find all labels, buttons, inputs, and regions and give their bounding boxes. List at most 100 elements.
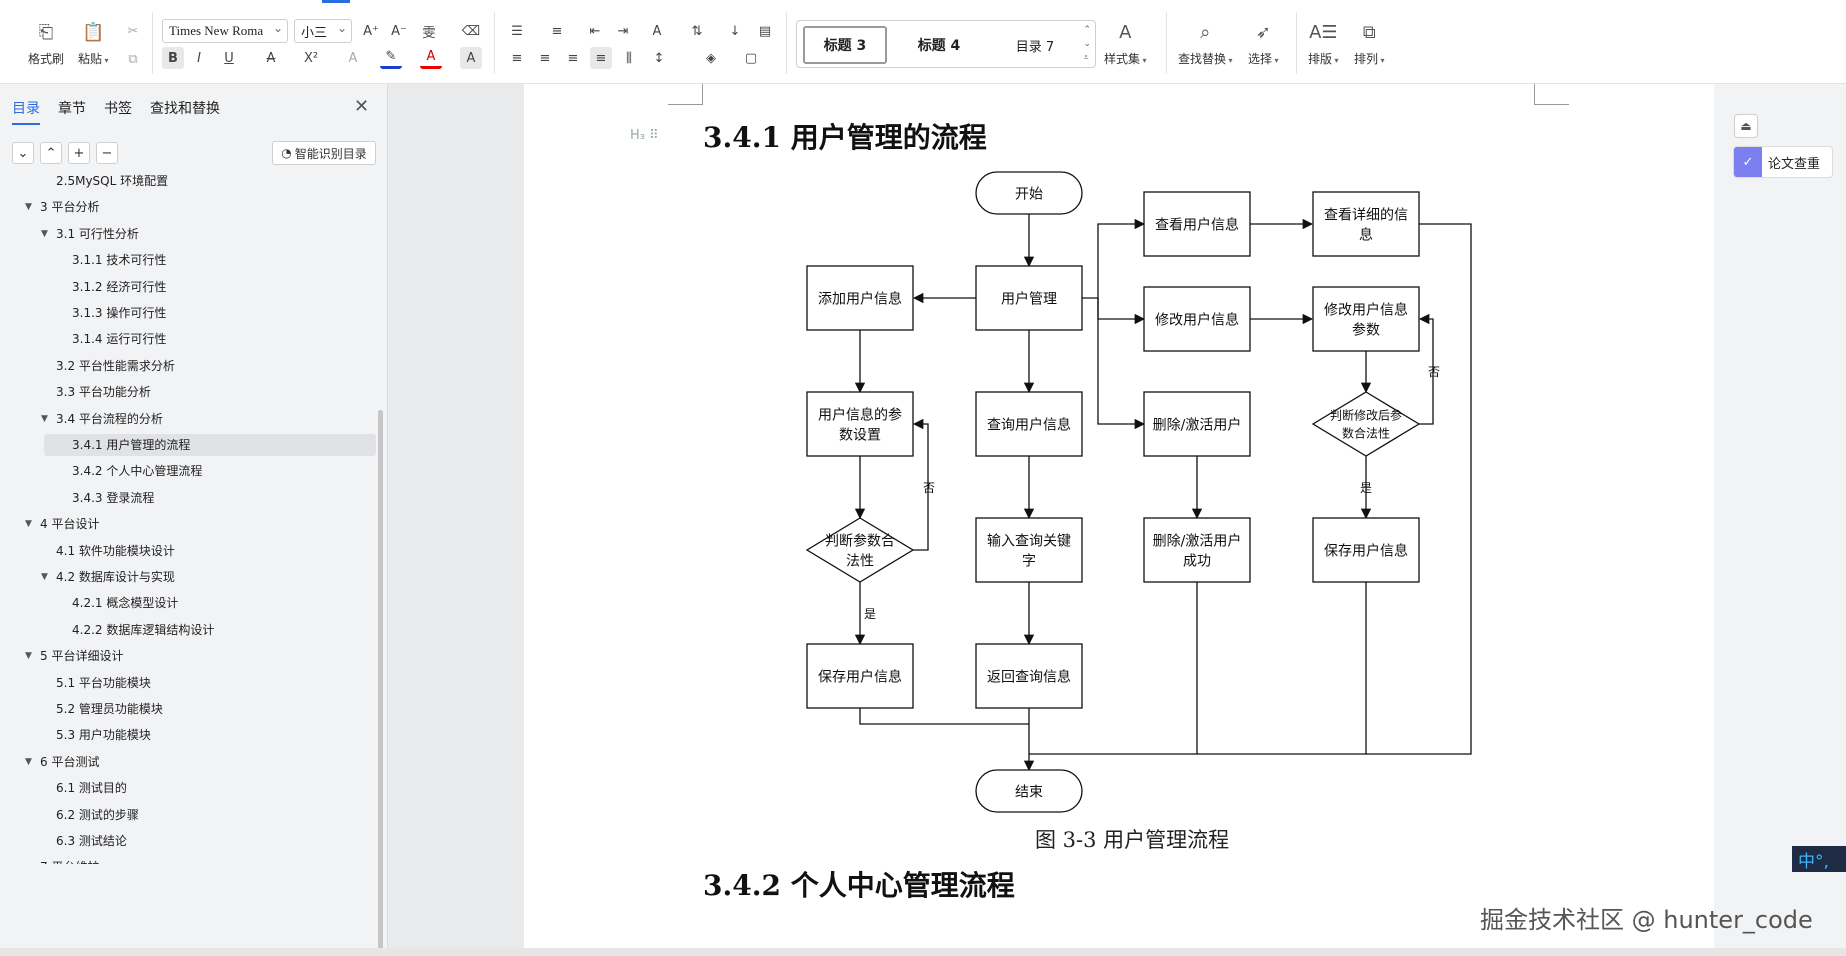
toc-item[interactable]: 2.5MySQL 环境配置 (56, 170, 168, 192)
font-color-icon[interactable]: A (420, 47, 442, 69)
toc-item[interactable]: 3.4.1 用户管理的流程 (72, 434, 190, 456)
collapse-panel-icon[interactable]: ⏏ (1734, 114, 1758, 138)
line-spacing-icon[interactable]: ↕ (648, 47, 670, 69)
italic-icon[interactable]: I (188, 47, 210, 69)
border-icon[interactable]: ▢ (740, 47, 762, 69)
heading-level-marker[interactable]: H₃ ⠿ (630, 128, 659, 143)
layout-button[interactable]: A☰ 排版 (1308, 20, 1339, 67)
style-set-button[interactable]: A 样式集 (1104, 20, 1147, 67)
toc-item[interactable]: 6.1 测试目的 (56, 777, 127, 799)
toc-item[interactable]: 3.3 平台功能分析 (56, 381, 151, 403)
align-right-icon[interactable]: ≡ (562, 47, 584, 69)
toc-item[interactable]: 3.1.3 操作可行性 (72, 302, 166, 324)
toc-item-label: 5.2 管理员功能模块 (56, 702, 163, 716)
toc-item[interactable]: 5.2 管理员功能模块 (56, 698, 163, 720)
paste-button[interactable]: 📋 粘贴 (78, 20, 109, 67)
text-direction-icon[interactable]: A (646, 20, 668, 42)
copy-icon[interactable]: ⧉ (122, 48, 144, 70)
expand-triangle-icon[interactable]: ▼ (41, 223, 48, 245)
toc-item[interactable]: ▼ 5 平台详细设计 (25, 645, 124, 667)
toc-item[interactable]: 3.1.1 技术可行性 (72, 249, 166, 271)
toc-item[interactable]: ▼ 4 平台设计 (25, 513, 99, 535)
toc-item-label: 5 平台详细设计 (40, 649, 124, 664)
align-center-icon[interactable]: ≡ (534, 47, 556, 69)
toc-item-label: 4.1 软件功能模块设计 (56, 543, 175, 558)
toc-item[interactable]: 4.1 软件功能模块设计 (56, 540, 175, 562)
heading-3-4-1[interactable]: 3.4.1 用户管理的流程 (703, 116, 987, 156)
separator (786, 12, 787, 74)
style-toc-7[interactable]: 目录 7 (993, 26, 1077, 64)
expand-triangle-icon[interactable]: ▼ (25, 645, 32, 667)
line-sort-icon[interactable]: ⇅ (686, 20, 708, 42)
toc-item[interactable]: 3.2 平台性能需求分析 (56, 355, 175, 377)
toc-item[interactable]: 3.4.2 个人中心管理流程 (72, 460, 202, 482)
plagiarism-check-button[interactable]: ✓ 论文查重 (1733, 146, 1833, 178)
arrange-button[interactable]: ⧉ 排列 (1354, 20, 1385, 67)
style-heading-3[interactable]: 标题 3 (803, 26, 887, 64)
phonetic-guide-icon[interactable]: 雯 (418, 20, 440, 42)
expand-triangle-icon[interactable]: ▼ (25, 751, 32, 773)
format-painter-button[interactable]: ⎗ 格式刷 (28, 20, 64, 67)
ime-indicator[interactable]: 中°, (1792, 846, 1846, 872)
toc-item-label: 4.2.2 数据库逻辑结构设计 (72, 622, 215, 637)
toc-item[interactable]: ▼ 3 平台分析 (25, 196, 99, 218)
nav-scrollbar[interactable] (378, 410, 383, 950)
toc-list: 2.5MySQL 环境配置 ▼ 3 平台分析 ▼ 3.1 可行性分析 3.1.1 技术可行… (0, 82, 380, 864)
expand-triangle-icon[interactable]: ▼ (25, 513, 32, 535)
heading-3-4-2[interactable]: 3.4.2 个人中心管理流程 (703, 864, 1015, 904)
toc-item[interactable]: 3.4.3 登录流程 (72, 487, 154, 509)
numbered-list-icon[interactable]: ≡ (546, 20, 568, 42)
shading-icon[interactable]: ◈ (700, 47, 722, 69)
char-shading-icon[interactable]: A (460, 47, 482, 69)
right-side-panel (1714, 84, 1846, 956)
toc-item[interactable]: 5.1 平台功能模块 (56, 672, 151, 694)
increase-indent-icon[interactable]: ⇥ (612, 20, 634, 42)
figure-caption[interactable]: 图 3-3 用户管理流程 (1035, 824, 1229, 854)
page-corner-mark (1534, 84, 1535, 104)
show-marks-icon[interactable]: ▤ (754, 20, 776, 42)
toc-item[interactable]: ▼ 4.2 数据库设计与实现 (41, 566, 175, 588)
strikethrough-icon[interactable]: A (260, 47, 282, 69)
grow-font-icon[interactable]: A⁺ (360, 20, 382, 42)
toc-item[interactable]: 5.3 用户功能模块 (56, 724, 151, 746)
toc-item[interactable]: 3.1.4 运行可行性 (72, 328, 166, 350)
style-gallery-scroll-icon[interactable]: ⌃ ⌄ ⩡ (1083, 23, 1091, 65)
font-size-select[interactable]: 小三 (294, 19, 352, 43)
style-set-icon: A (1119, 21, 1132, 43)
shrink-font-icon[interactable]: A⁻ (388, 20, 410, 42)
find-replace-button[interactable]: ⌕ 查找替换 (1178, 20, 1233, 67)
toc-item[interactable]: 4.2.1 概念模型设计 (72, 592, 178, 614)
sort-icon[interactable]: ↓ (724, 20, 746, 42)
toc-item[interactable]: 7 平台维护 (40, 856, 99, 864)
clear-format-icon[interactable]: ⌫ (460, 20, 482, 42)
font-name-select[interactable]: Times New Roma (162, 19, 288, 43)
expand-triangle-icon[interactable]: ▼ (41, 566, 48, 588)
select-button[interactable]: ➶ 选择 (1248, 20, 1279, 67)
plagiarism-check-icon: ✓ (1734, 147, 1762, 177)
bullet-list-icon[interactable]: ☰ (506, 20, 528, 42)
text-effect-icon[interactable]: A (342, 47, 364, 69)
superscript-icon[interactable]: X² (300, 47, 322, 69)
toc-item-label: 6.3 测试结论 (56, 834, 127, 848)
underline-icon[interactable]: U (218, 47, 240, 69)
toc-item[interactable]: ▼ 3.4 平台流程的分析 (41, 408, 163, 430)
bold-icon[interactable]: B (162, 47, 184, 69)
distribute-icon[interactable]: ⫼ (618, 47, 640, 69)
toc-item-label: 3.4 平台流程的分析 (56, 411, 163, 426)
active-ribbon-tab-indicator (322, 0, 350, 3)
toc-item[interactable]: 3.1.2 经济可行性 (72, 276, 166, 298)
decrease-indent-icon[interactable]: ⇤ (584, 20, 606, 42)
style-heading-4[interactable]: 标题 4 (897, 26, 981, 64)
toc-item[interactable]: ▼ 6 平台测试 (25, 751, 99, 773)
expand-triangle-icon[interactable]: ▼ (25, 196, 32, 218)
justify-icon[interactable]: ≡ (590, 47, 612, 69)
toc-item[interactable]: 6.3 测试结论 (56, 830, 127, 852)
expand-triangle-icon[interactable]: ▼ (41, 408, 48, 430)
toc-item[interactable]: ▼ 3.1 可行性分析 (41, 223, 139, 245)
toc-item[interactable]: 6.2 测试的步骤 (56, 804, 139, 826)
align-left-icon[interactable]: ≡ (506, 47, 528, 69)
highlight-color-icon[interactable]: ✎ (380, 47, 402, 69)
cut-icon[interactable]: ✂ (122, 20, 144, 42)
format-painter-icon: ⎗ (38, 21, 54, 43)
toc-item[interactable]: 4.2.2 数据库逻辑结构设计 (72, 619, 214, 641)
